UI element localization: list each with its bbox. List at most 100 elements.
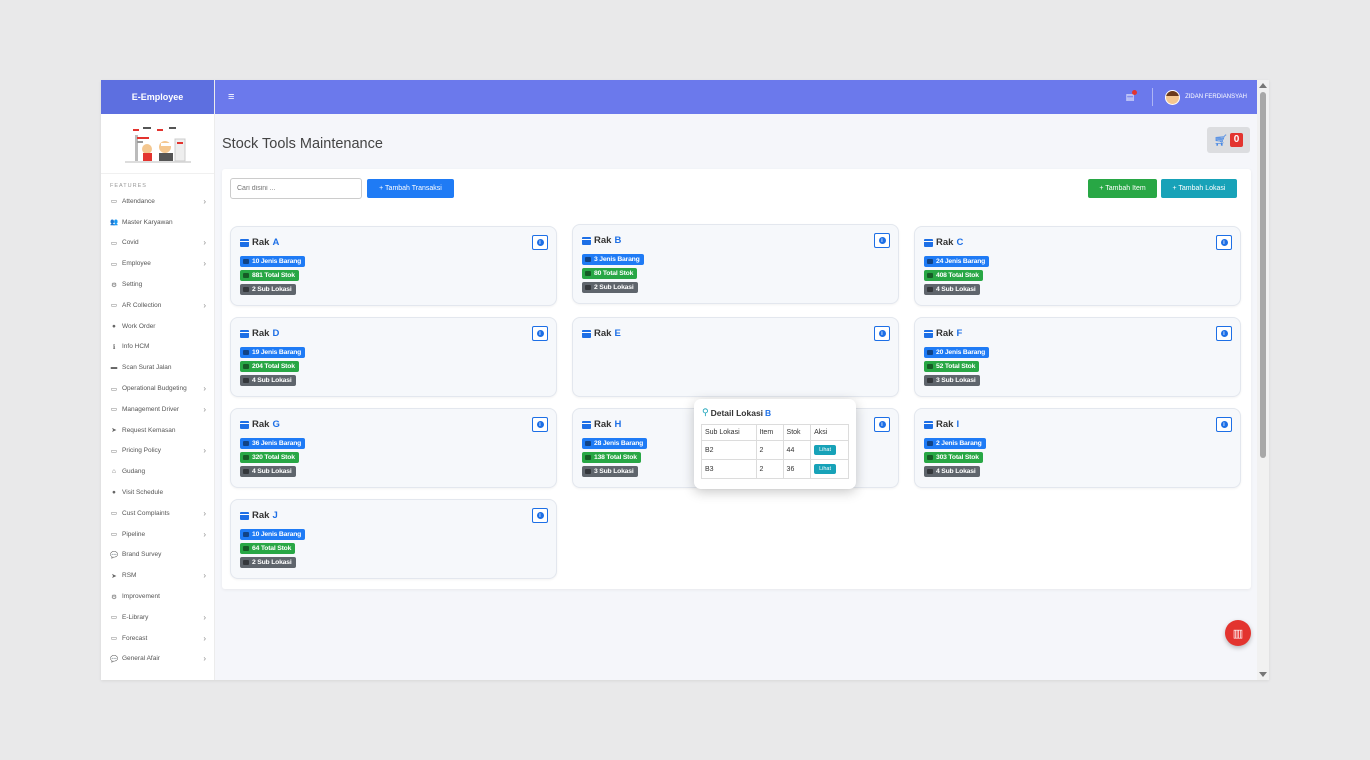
add-transaction-button[interactable]: + Tambah Transaksi <box>367 179 454 198</box>
sidebar-item-rsm[interactable]: ➤ RSM › <box>101 565 214 586</box>
rack-info-button[interactable]: i <box>532 417 548 432</box>
box-icon <box>243 259 249 264</box>
sidebar-item-visit-schedule[interactable]: ● Visit Schedule <box>101 482 214 503</box>
rack-name: B <box>614 235 622 246</box>
scroll-thumb[interactable] <box>1260 92 1266 458</box>
sidebar-item-label: Forecast <box>122 634 148 642</box>
rack-prefix: Rak <box>252 510 270 521</box>
database-icon <box>243 287 249 292</box>
sub-location-badge: 2 Sub Lokasi <box>240 284 296 295</box>
total-stock-text: 204 Total Stok <box>252 363 295 370</box>
app-window: E-Employee FEATURES ▭Attendance›� <box>101 80 1269 680</box>
sidebar-item-label: Operational Budgeting <box>122 385 187 393</box>
rack-info-button[interactable]: i <box>874 326 890 341</box>
sidebar-item-brand-survey[interactable]: 💬 Brand Survey <box>101 545 214 566</box>
sidebar-item-info-hcm[interactable]: ℹ Info HCM <box>101 337 214 358</box>
view-button[interactable]: Lihat <box>814 464 836 474</box>
scrollbar[interactable] <box>1257 80 1269 680</box>
sidebar-item-general-afair[interactable]: 💬 General Afair › <box>101 649 214 670</box>
database-icon <box>243 560 249 565</box>
sidebar-item-request-kemasan[interactable]: ➤ Request Kemasan <box>101 420 214 441</box>
info-circle-icon: i <box>536 421 544 428</box>
sidebar-item-cust-complaints[interactable]: ▭ Cust Complaints › <box>101 503 214 524</box>
add-item-button[interactable]: + Tambah Item <box>1088 179 1157 198</box>
folder-open-icon: ▭ <box>110 510 118 518</box>
sub-location-text: 4 Sub Lokasi <box>252 468 292 475</box>
brand-title[interactable]: E-Employee <box>101 80 214 114</box>
archive-box-icon <box>924 238 933 247</box>
rack-card: Rak Bi 3 Jenis Barang 80 Total Stok 2 Sub Lo… <box>572 224 899 304</box>
user-avatar[interactable] <box>1165 89 1181 105</box>
total-stock-text: 80 Total Stok <box>594 270 634 277</box>
language-flag-icon[interactable]: ▤ <box>1126 89 1138 103</box>
sidebar-item-management-driver[interactable]: ▭ Management Driver › <box>101 399 214 420</box>
rack-name: A <box>272 237 280 248</box>
item-types-badge: 24 Jenis Barang <box>924 256 990 267</box>
sidebar-item-gudang[interactable]: ⌂ Gudang <box>101 461 214 482</box>
sidebar-item-label: Request Kemasan <box>122 426 176 434</box>
col-header-aksi: Aksi <box>810 424 849 441</box>
archive-box-icon <box>924 329 933 338</box>
sidebar-item-master-karyawan[interactable]: 👥 Master Karyawan <box>101 212 214 233</box>
sidebar-item-label: Master Karyawan <box>122 218 173 226</box>
sidebar-item-attendance[interactable]: ▭ Attendance › <box>101 191 214 212</box>
sidebar-item-pricing-policy[interactable]: ▭ Pricing Policy › <box>101 441 214 462</box>
view-button[interactable]: Lihat <box>814 445 836 455</box>
sidebar-item-covid[interactable]: ▭ Covid › <box>101 233 214 254</box>
table-header-row: Sub Lokasi Item Stok Aksi <box>701 424 849 441</box>
info-circle-icon: i <box>536 330 544 337</box>
sidebar-item-label: Pricing Policy <box>122 447 162 455</box>
item-types-badge: 19 Jenis Barang <box>240 347 306 358</box>
sidebar-item-pipeline[interactable]: ▭ Pipeline › <box>101 524 214 545</box>
hamburger-menu-icon[interactable]: ≡ <box>228 91 234 103</box>
archive-box-icon <box>582 329 591 338</box>
sub-location-text: 4 Sub Lokasi <box>252 377 292 384</box>
home-icon: ⌂ <box>112 468 116 476</box>
rack-info-button[interactable]: i <box>532 235 548 250</box>
total-stock-badge: 204 Total Stok <box>240 361 299 372</box>
sidebar-item-operational-budgeting[interactable]: ▭ Operational Budgeting › <box>101 378 214 399</box>
add-location-button[interactable]: + Tambah Lokasi <box>1161 179 1237 198</box>
sidebar-item-scan-surat-jalan[interactable]: ▬ Scan Surat Jalan <box>101 357 214 378</box>
sidebar-item-e-library[interactable]: ▭ E-Library › <box>101 607 214 628</box>
search-input[interactable] <box>230 178 362 199</box>
rack-info-button[interactable]: i <box>1216 326 1232 341</box>
rack-info-button[interactable]: i <box>532 508 548 523</box>
rack-info-button[interactable]: i <box>874 417 890 432</box>
chevron-right-icon: › <box>203 446 206 456</box>
rack-info-button[interactable]: i <box>1216 235 1232 250</box>
sidebar-item-label: General Afair <box>122 655 160 663</box>
page-title: Stock Tools Maintenance <box>222 136 383 152</box>
paper-plane-icon: ➤ <box>111 572 117 580</box>
cell-sub-lokasi: B3 <box>701 459 757 479</box>
archive-box-icon <box>240 329 249 338</box>
sub-location-badge: 4 Sub Lokasi <box>240 466 296 477</box>
rack-title: Rak D <box>240 328 279 339</box>
popover-rack-name: B <box>765 407 772 418</box>
rack-name: F <box>956 328 963 339</box>
sidebar-item-work-order[interactable]: ● Work Order <box>101 316 214 337</box>
sidebar-item-forecast[interactable]: ▭ Forecast › <box>101 628 214 649</box>
rack-info-button[interactable]: i <box>874 233 890 248</box>
item-types-text: 3 Jenis Barang <box>594 256 640 263</box>
cart-button[interactable]: 🛒︎ 0 <box>1207 127 1250 153</box>
user-name[interactable]: ZIDAN FERDIANSYAH <box>1185 94 1247 100</box>
item-types-text: 28 Jenis Barang <box>594 440 644 447</box>
users-icon: 👥 <box>109 219 119 227</box>
scroll-up-arrow-icon[interactable] <box>1259 83 1267 88</box>
sidebar-item-ar-collection[interactable]: ▭ AR Collection › <box>101 295 214 316</box>
cubes-icon <box>927 455 933 460</box>
sidebar-item-employee[interactable]: ▭ Employee › <box>101 253 214 274</box>
book-help-button[interactable]: ▥ <box>1225 620 1251 646</box>
cubes-icon <box>243 273 249 278</box>
rack-info-button[interactable]: i <box>532 326 548 341</box>
rack-name: E <box>614 328 621 339</box>
box-icon <box>585 257 591 262</box>
rack-info-button[interactable]: i <box>1216 417 1232 432</box>
database-icon <box>927 469 933 474</box>
sub-location-text: 3 Sub Lokasi <box>594 468 634 475</box>
sidebar-item-setting[interactable]: ⚙ Setting <box>101 274 214 295</box>
sidebar-item-improvement[interactable]: ⚙ Improvement <box>101 586 214 607</box>
scroll-down-arrow-icon[interactable] <box>1259 672 1267 677</box>
popover-title: ⚲ Detail Lokasi B <box>702 407 771 418</box>
